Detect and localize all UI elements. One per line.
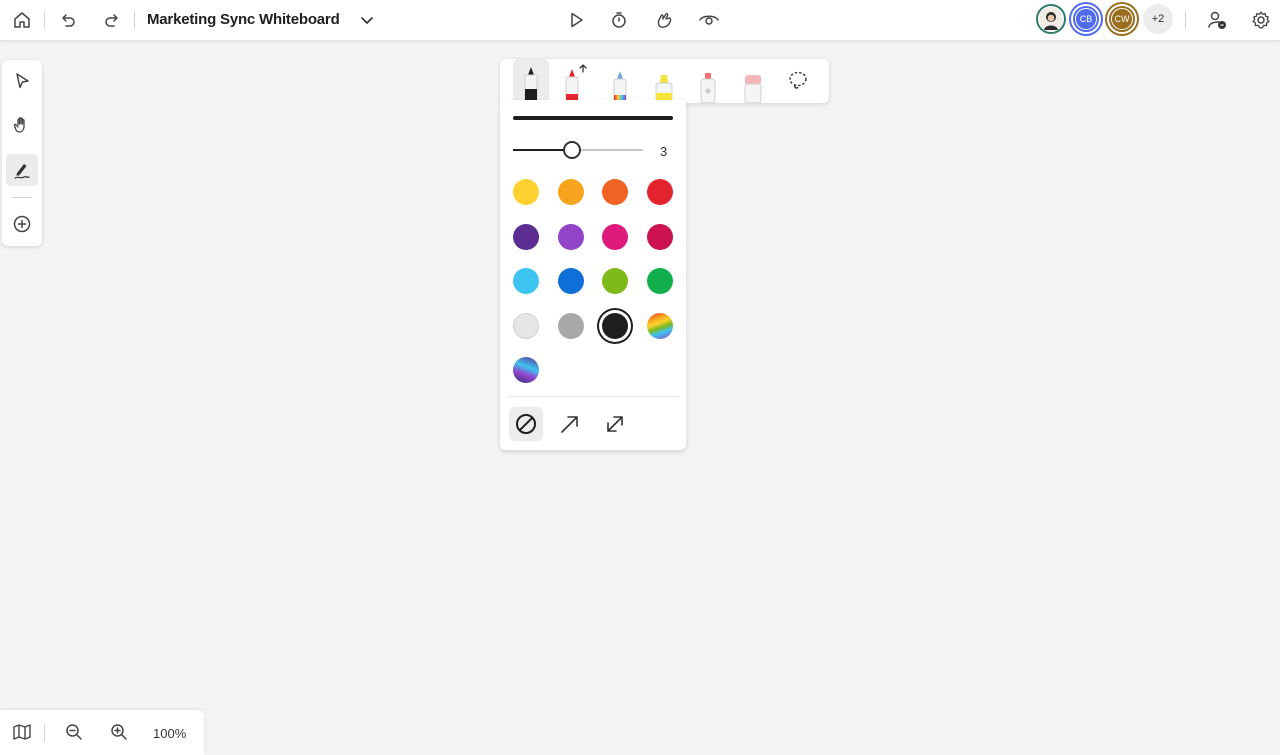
eraser-tool[interactable]: [735, 59, 771, 103]
color-swatch[interactable]: [602, 312, 628, 339]
share-people-icon[interactable]: [1203, 6, 1231, 34]
zoom-level[interactable]: 100%: [153, 726, 186, 741]
color-swatch[interactable]: [513, 223, 539, 250]
eye-icon[interactable]: [695, 6, 723, 34]
laser-pointer-tool[interactable]: [690, 59, 726, 103]
color-swatch-rainbow[interactable]: [646, 312, 673, 339]
color-swatch[interactable]: [602, 179, 628, 205]
play-icon[interactable]: [562, 6, 590, 34]
color-swatch[interactable]: [646, 179, 673, 205]
highlighter-yellow-tool[interactable]: [646, 59, 682, 103]
map-icon[interactable]: [8, 718, 36, 746]
hand-pan-icon[interactable]: [6, 109, 38, 141]
settings-icon[interactable]: [1247, 6, 1275, 34]
thickness-slider[interactable]: [513, 141, 643, 159]
redo-icon[interactable]: [98, 6, 126, 34]
color-swatch[interactable]: [557, 179, 584, 205]
divider: [44, 724, 45, 742]
divider: [44, 11, 45, 29]
lasso-select-tool[interactable]: [780, 59, 816, 103]
thickness-slider-thumb[interactable]: [562, 141, 581, 159]
pen-red-arrow-tool[interactable]: [557, 59, 593, 103]
add-icon[interactable]: [6, 208, 38, 240]
reaction-icon[interactable]: [650, 6, 678, 34]
no-arrow-icon[interactable]: [509, 407, 543, 441]
pen-rainbow-tool[interactable]: [602, 59, 638, 103]
color-swatch-galaxy[interactable]: [513, 357, 539, 383]
divider: [1185, 11, 1186, 29]
select-pointer-icon[interactable]: [6, 65, 38, 97]
divider: [508, 396, 678, 397]
avatar[interactable]: CW: [1107, 4, 1137, 34]
avatar-initials: CB: [1075, 8, 1097, 30]
color-swatch[interactable]: [557, 312, 584, 339]
color-swatch[interactable]: [602, 223, 628, 250]
avatar[interactable]: [1036, 4, 1066, 34]
avatar[interactable]: CB: [1071, 4, 1101, 34]
pen-ink-icon[interactable]: [6, 154, 38, 186]
arrow-both-icon[interactable]: [598, 407, 632, 441]
ink-options-panel: 3: [500, 100, 686, 450]
whiteboard-title[interactable]: Marketing Sync Whiteboard: [147, 11, 340, 28]
color-swatch[interactable]: [513, 268, 539, 294]
zoom-out-icon[interactable]: [60, 718, 88, 746]
chevron-down-icon[interactable]: [353, 6, 381, 34]
color-swatch[interactable]: [513, 179, 539, 205]
arrow-end-icon[interactable]: [553, 407, 587, 441]
undo-icon[interactable]: [54, 6, 82, 34]
stroke-preview: [513, 116, 673, 120]
pen-tray: [500, 59, 829, 103]
bottom-bar: 100%: [0, 710, 204, 755]
divider: [134, 11, 135, 29]
color-swatch[interactable]: [602, 268, 628, 294]
color-swatch[interactable]: [557, 268, 584, 294]
timer-icon[interactable]: [605, 6, 633, 34]
zoom-in-icon[interactable]: [105, 718, 133, 746]
left-toolbar: [2, 60, 42, 246]
pen-black-tool[interactable]: [513, 59, 549, 103]
color-swatch[interactable]: [513, 312, 539, 339]
color-swatch[interactable]: [646, 268, 673, 294]
divider: [12, 197, 32, 198]
top-bar: Marketing Sync Whiteboard CB CW +2: [0, 0, 1280, 41]
avatar-initials: CW: [1111, 8, 1133, 30]
more-participants-badge[interactable]: +2: [1143, 4, 1173, 34]
thickness-value: 3: [660, 144, 668, 159]
color-swatch[interactable]: [557, 223, 584, 250]
color-swatch[interactable]: [646, 223, 673, 250]
home-icon[interactable]: [8, 6, 36, 34]
